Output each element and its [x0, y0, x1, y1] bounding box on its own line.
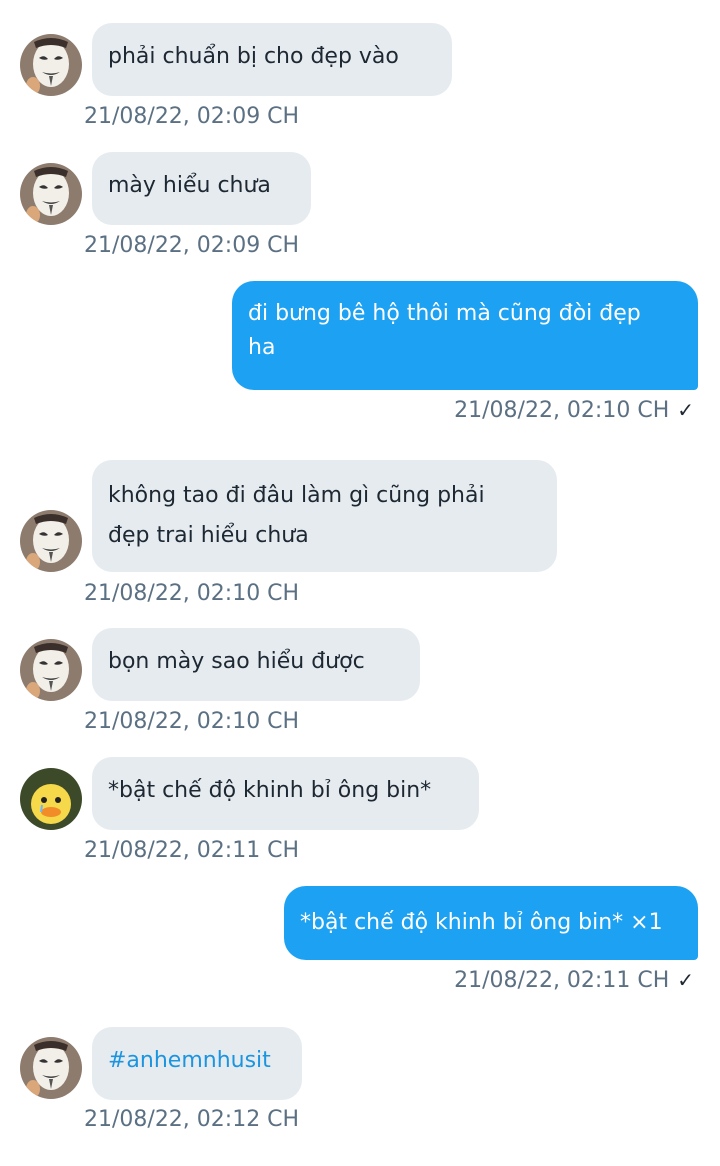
message-text: *bật chế độ khinh bỉ ông bin*: [108, 778, 432, 803]
message-text: đi bưng bê hộ thôi mà cũng đòi đẹp: [248, 301, 641, 326]
message-bubble[interactable]: mày hiểu chưa: [92, 152, 311, 225]
message-timestamp: 21/08/22, 02:09 CH: [84, 104, 300, 129]
message-bubble[interactable]: *bật chế độ khinh bỉ ông bin*: [92, 757, 479, 830]
message-bubble[interactable]: phải chuẩn bị cho đẹp vào: [92, 23, 452, 96]
message-timestamp: 21/08/22, 02:10 CH ✓: [454, 398, 694, 423]
message-bubble-outgoing[interactable]: đi bưng bê hộ thôi mà cũng đòi đẹp ha: [232, 281, 698, 390]
hashtag-link[interactable]: #anhemnhusit: [108, 1048, 271, 1073]
avatar-mask-icon[interactable]: [20, 163, 82, 225]
message-text: mày hiểu chưa: [108, 173, 271, 198]
message-timestamp: 21/08/22, 02:11 CH ✓: [454, 968, 694, 993]
avatar-mask-icon[interactable]: [20, 1037, 82, 1099]
message-bubble[interactable]: không tao đi đâu làm gì cũng phải đẹp tr…: [92, 460, 557, 572]
check-icon: ✓: [677, 398, 694, 422]
message-text: bọn mày sao hiểu được: [108, 649, 365, 674]
check-icon: ✓: [677, 968, 694, 992]
message-text: không tao đi đâu làm gì cũng phải: [108, 483, 485, 508]
message-text: ha: [248, 335, 276, 360]
avatar-duck-icon[interactable]: [20, 768, 82, 830]
message-bubble-outgoing[interactable]: *bật chế độ khinh bỉ ông bin* ×1: [284, 886, 698, 960]
message-bubble[interactable]: #anhemnhusit: [92, 1027, 302, 1100]
timestamp-text: 21/08/22, 02:11 CH: [454, 968, 670, 993]
avatar-mask-icon[interactable]: [20, 34, 82, 96]
avatar-mask-icon[interactable]: [20, 639, 82, 701]
message-text: *bật chế độ khinh bỉ ông bin* ×1: [300, 910, 663, 935]
timestamp-text: 21/08/22, 02:10 CH: [454, 398, 670, 423]
avatar-mask-icon[interactable]: [20, 510, 82, 572]
message-text: đẹp trai hiểu chưa: [108, 523, 309, 548]
message-text: phải chuẩn bị cho đẹp vào: [108, 44, 399, 69]
message-timestamp: 21/08/22, 02:11 CH: [84, 838, 300, 863]
message-bubble[interactable]: bọn mày sao hiểu được: [92, 628, 420, 701]
message-timestamp: 21/08/22, 02:09 CH: [84, 233, 300, 258]
message-timestamp: 21/08/22, 02:10 CH: [84, 581, 300, 606]
message-timestamp: 21/08/22, 02:12 CH: [84, 1107, 300, 1132]
message-timestamp: 21/08/22, 02:10 CH: [84, 709, 300, 734]
